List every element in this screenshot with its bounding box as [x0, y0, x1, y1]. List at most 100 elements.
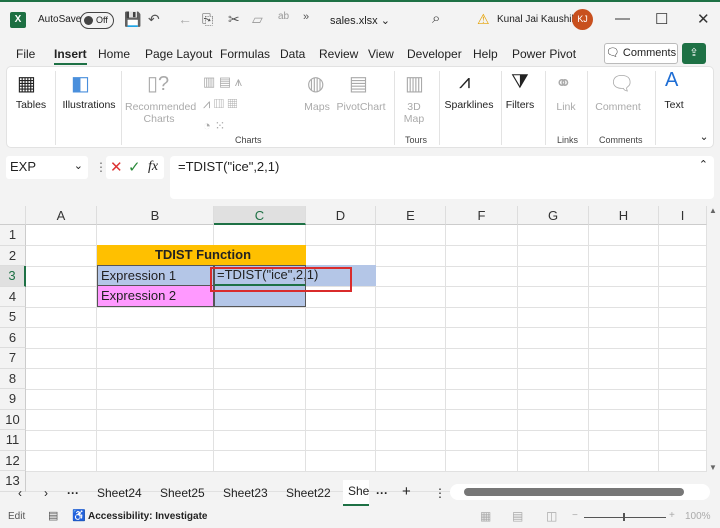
illustrations-button[interactable]: Illustrations — [59, 99, 119, 111]
row-header-11[interactable]: 11 — [0, 430, 26, 451]
page-break-view-icon[interactable]: ◫ — [546, 509, 557, 523]
normal-view-icon[interactable]: ▦ — [480, 509, 491, 523]
filters-button[interactable]: Filters — [503, 99, 537, 111]
zoom-slider-thumb[interactable] — [623, 513, 625, 521]
menu-review[interactable]: Review — [319, 47, 358, 61]
menu-page-layout[interactable]: Page Layout — [145, 47, 212, 61]
formula-input[interactable]: =TDIST("ice",2,1) ⌃ — [170, 156, 714, 199]
back-icon[interactable]: ← — [178, 11, 192, 27]
row-header-9[interactable]: 9 — [0, 389, 26, 410]
recommended-charts-button[interactable]: Recommended Charts — [125, 101, 196, 125]
minimize-icon[interactable]: — — [615, 10, 630, 27]
zoom-level[interactable]: 100% — [685, 511, 711, 522]
sheet-tab-active[interactable]: She — [343, 480, 369, 506]
horizontal-scrollbar[interactable] — [450, 484, 710, 500]
column-header-b[interactable]: B — [97, 206, 214, 225]
page-layout-view-icon[interactable]: ▤ — [512, 509, 523, 523]
menu-power-pivot[interactable]: Power Pivot — [512, 47, 576, 61]
spreadsheet-grid[interactable]: A B C D E F G H I 1 2 3 4 5 6 7 8 9 10 11 12 13 TDIST Functio… — [0, 206, 707, 492]
accessibility-icon[interactable]: ♿ — [72, 509, 86, 522]
comment-button[interactable]: Comment — [593, 101, 643, 113]
scroll-thumb[interactable] — [464, 488, 684, 496]
row-header-5[interactable]: 5 — [0, 307, 26, 328]
cancel-icon[interactable]: ✕ — [110, 158, 123, 176]
enter-icon[interactable]: ✓ — [128, 158, 141, 176]
row-header-3[interactable]: 3 — [0, 266, 26, 287]
sheet-tab[interactable]: Sheet23 — [223, 486, 268, 500]
column-header-i[interactable]: I — [659, 206, 707, 225]
column-header-f[interactable]: F — [446, 206, 518, 225]
save-icon[interactable]: 💾 — [124, 11, 141, 28]
zoom-in-icon[interactable]: + — [669, 510, 675, 521]
menu-insert[interactable]: Insert — [54, 47, 87, 65]
ribbon-expand-icon[interactable]: ⌄ — [697, 131, 711, 143]
zoom-out-icon[interactable]: − — [572, 510, 578, 521]
column-header-e[interactable]: E — [376, 206, 446, 225]
sheet-tab[interactable]: Sheet25 — [160, 486, 205, 500]
row-header-7[interactable]: 7 — [0, 348, 26, 369]
row-header-1[interactable]: 1 — [0, 225, 26, 246]
prev-sheet-icon[interactable]: ‹ — [18, 486, 22, 500]
text-button[interactable]: Text — [661, 99, 687, 111]
menu-help[interactable]: Help — [473, 47, 498, 61]
3d-map-button[interactable]: 3D Map — [399, 101, 429, 125]
column-header-a[interactable]: A — [26, 206, 97, 225]
comments-button[interactable]: 🗨 Comments — [604, 43, 678, 64]
column-header-c[interactable]: C — [214, 206, 306, 225]
search-icon[interactable]: ⌕ — [432, 10, 440, 27]
spelling-icon[interactable]: ab — [278, 11, 289, 22]
column-header-g[interactable]: G — [518, 206, 589, 225]
picture-icon[interactable]: ▱ — [252, 11, 263, 28]
menu-home[interactable]: Home — [98, 47, 130, 61]
autosave-toggle[interactable]: Off — [80, 12, 114, 29]
row-header-4[interactable]: 4 — [0, 286, 26, 307]
menu-view[interactable]: View — [368, 47, 394, 61]
row-header-6[interactable]: 6 — [0, 327, 26, 348]
undo-icon[interactable]: ↶ — [148, 11, 160, 28]
close-icon[interactable]: ✕ — [697, 10, 710, 28]
menu-formulas[interactable]: Formulas — [220, 47, 270, 61]
tables-button[interactable]: Tables — [11, 99, 51, 111]
sparklines-button[interactable]: Sparklines — [443, 99, 495, 111]
next-sheet-icon[interactable]: › — [44, 486, 48, 500]
options-icon[interactable]: ⋮ — [434, 486, 446, 500]
copy-icon[interactable]: ⎘ — [202, 11, 213, 28]
row-header-2[interactable]: 2 — [0, 245, 26, 266]
more-commands-icon[interactable]: » — [303, 11, 309, 23]
menu-developer[interactable]: Developer — [407, 47, 462, 61]
maximize-icon[interactable]: ☐ — [655, 10, 668, 28]
macro-icon[interactable]: ▤ — [48, 509, 58, 522]
cell-b4[interactable]: Expression 2 — [97, 286, 214, 307]
sheet-tab[interactable]: Sheet22 — [286, 486, 331, 500]
pivotchart-button[interactable]: PivotChart — [335, 101, 387, 113]
link-button[interactable]: Link — [552, 101, 580, 113]
cell-b2[interactable]: TDIST Function — [97, 245, 306, 265]
more-sheets-icon[interactable]: ··· — [67, 486, 79, 500]
file-name[interactable]: sales.xlsx ⌄ — [330, 14, 390, 27]
add-sheet-icon[interactable]: + — [402, 483, 411, 500]
maps-button[interactable]: Maps — [302, 101, 332, 113]
collapse-formula-icon[interactable]: ⌃ — [699, 158, 708, 171]
sheet-tab[interactable]: Sheet24 — [97, 486, 142, 500]
vertical-scrollbar[interactable]: ▲ ▼ — [707, 206, 720, 472]
row-header-12[interactable]: 12 — [0, 450, 26, 471]
column-header-h[interactable]: H — [589, 206, 659, 225]
zoom-slider[interactable] — [584, 517, 666, 518]
share-button[interactable]: ⇪ — [682, 43, 706, 64]
cell-b3[interactable]: Expression 1 — [97, 265, 214, 286]
row-header-10[interactable]: 10 — [0, 409, 26, 430]
menu-data[interactable]: Data — [280, 47, 305, 61]
accessibility-status[interactable]: Accessibility: Investigate — [88, 511, 208, 522]
menu-file[interactable]: File — [16, 47, 35, 61]
chart-types-icon[interactable]: ▥ ▤ ⩚ ⩘ ▥ ▦ ◔ ⁙ — [203, 71, 273, 137]
name-box[interactable]: EXP ⌄ — [6, 156, 88, 179]
chevron-down-icon[interactable]: ⌄ — [74, 159, 83, 172]
select-all[interactable] — [0, 206, 26, 225]
cut-icon[interactable]: ✂ — [228, 11, 240, 28]
row-header-8[interactable]: 8 — [0, 368, 26, 389]
column-header-d[interactable]: D — [306, 206, 376, 225]
user-name[interactable]: Kunal Jai Kaushik — [497, 14, 577, 25]
avatar[interactable]: KJ — [572, 9, 593, 30]
insert-function-icon[interactable]: fx — [148, 159, 158, 175]
more-sheets-icon[interactable]: ··· — [376, 486, 388, 500]
